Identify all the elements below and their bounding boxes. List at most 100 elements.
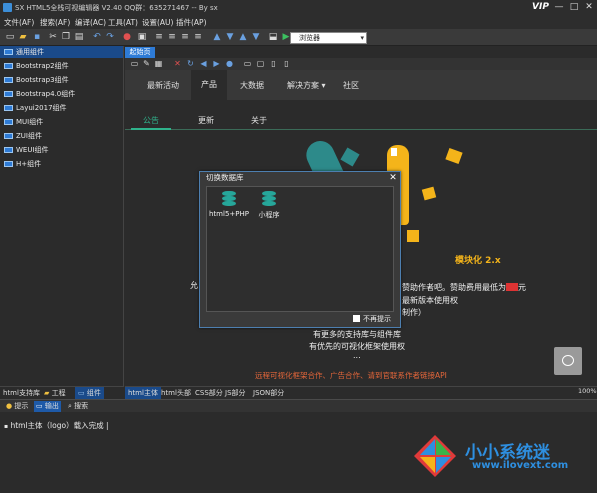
menu-tools[interactable]: 工具(AT) xyxy=(108,17,138,28)
menu-compile[interactable]: 编译(AC) xyxy=(75,17,106,28)
paste-icon[interactable]: ▤ xyxy=(74,32,84,42)
folder-icon: ▰ xyxy=(44,389,50,397)
active-tab-underline xyxy=(131,128,171,130)
home-icon[interactable]: ● xyxy=(225,59,234,68)
phone-icon[interactable]: ▯ xyxy=(282,59,291,68)
move-bottom-icon[interactable]: ▼ xyxy=(251,32,261,42)
move-up-icon[interactable]: ▲ xyxy=(212,32,222,42)
redo-icon[interactable]: ↷ xyxy=(105,32,115,42)
save-icon[interactable]: ▪ xyxy=(32,32,42,42)
align-center-icon[interactable]: ≡ xyxy=(167,32,177,42)
copy-icon[interactable]: ❐ xyxy=(61,32,71,42)
minimize-button[interactable]: — xyxy=(553,1,565,13)
refresh-icon[interactable]: ↻ xyxy=(186,59,195,68)
sidebar-item-bootstrap3[interactable]: Bootstrap3组件 xyxy=(0,74,123,86)
folder-icon xyxy=(4,63,13,69)
tab-css[interactable]: CSS部分 xyxy=(195,387,223,399)
new-page-icon[interactable]: ▭ xyxy=(130,59,139,68)
tab-html-head[interactable]: html头部 xyxy=(161,387,191,399)
color-picker-icon[interactable]: ● xyxy=(122,32,132,42)
menu-file[interactable]: 文件(AF) xyxy=(4,17,34,28)
monitor-icon[interactable]: ▢ xyxy=(256,59,265,68)
nav-latest[interactable]: 最新活动 xyxy=(147,80,179,91)
sidebar-item-hplus[interactable]: H+组件 xyxy=(0,158,123,170)
open-folder-icon[interactable]: ▰ xyxy=(18,32,28,42)
align-justify-icon[interactable]: ≡ xyxy=(193,32,203,42)
sidebar-item-mui[interactable]: MUI组件 xyxy=(0,116,123,128)
folder-icon xyxy=(4,161,13,167)
menu-settings[interactable]: 设置(AU) xyxy=(142,17,173,28)
align-left-icon[interactable]: ≡ xyxy=(154,32,164,42)
layout-icon[interactable]: ▦ xyxy=(154,59,163,68)
new-file-icon[interactable]: ▭ xyxy=(5,32,15,42)
tab-start-page[interactable]: 起始页 xyxy=(125,47,155,58)
browser-select-value: 浏览器 xyxy=(299,34,320,42)
sidebar-item-label: WEUI组件 xyxy=(16,146,49,154)
image-icon[interactable]: ▣ xyxy=(137,32,147,42)
sidebar-item-label: Bootstrap3组件 xyxy=(16,76,69,84)
tab-search[interactable]: ⌕ 搜索 xyxy=(66,401,90,412)
undo-icon[interactable]: ↶ xyxy=(92,32,102,42)
sidebar-item-common[interactable]: 通用组件 xyxy=(0,46,123,58)
database-option-miniprogram[interactable]: 小程序 xyxy=(249,191,289,220)
content-tabs: 公告 更新 关于 xyxy=(125,108,597,130)
window-title: SX HTML5全栈可视编辑器 V2.40 QQ群：635271467 -- B… xyxy=(15,4,218,12)
cooperation-link[interactable]: 远程可视化框架合作、广告合作、请到官联系作者链接API xyxy=(255,370,447,381)
nav-bigdata[interactable]: 大数据 xyxy=(240,80,264,91)
title-bar: SX HTML5全栈可视编辑器 V2.40 QQ群：635271467 -- B… xyxy=(0,0,597,16)
app-logo-icon xyxy=(3,3,12,12)
tab-components[interactable]: ▭ 组件 xyxy=(75,387,104,399)
back-icon[interactable]: ◀ xyxy=(199,59,208,68)
align-right-icon[interactable]: ≡ xyxy=(180,32,190,42)
modular-badge: 模块化 2.x xyxy=(455,256,501,266)
intro-text-sponsor: 赞助作者吧。赞助费用最低为 元 xyxy=(402,282,526,293)
switch-database-dialog: 切换数据库 ✕ html5+PHP 小程序 不再提示 xyxy=(199,171,401,328)
component-sidebar: 通用组件 Bootstrap2组件 Bootstrap3组件 Bootstrap… xyxy=(0,46,124,386)
tab-notice[interactable]: 公告 xyxy=(143,115,159,126)
sidebar-item-label: Bootstrap2组件 xyxy=(16,62,69,70)
sidebar-item-bootstrap4[interactable]: Bootstrap4.0组件 xyxy=(0,88,123,100)
desktop-view-icon[interactable]: ▭ xyxy=(243,59,252,68)
puzzle-piece-illustration xyxy=(421,186,437,201)
close-button[interactable]: ✕ xyxy=(583,1,595,13)
price-highlight xyxy=(506,283,518,291)
build-icon[interactable]: ⬓ xyxy=(268,32,278,42)
menu-plugins[interactable]: 插件(AP) xyxy=(176,17,207,28)
nav-products[interactable]: 产品 xyxy=(191,70,227,100)
sidebar-item-bootstrap2[interactable]: Bootstrap2组件 xyxy=(0,60,123,72)
vip-badge[interactable]: VIP xyxy=(532,2,549,12)
intro-text-sponsor-part: 赞助作者吧。赞助费用最低为 xyxy=(402,283,506,292)
dialog-close-button[interactable]: ✕ xyxy=(387,172,399,184)
puzzle-piece-illustration xyxy=(340,147,360,167)
tab-hints[interactable]: ● 提示 xyxy=(4,401,30,412)
no-remind-checkbox[interactable]: 不再提示 xyxy=(353,314,391,324)
move-top-icon[interactable]: ▲ xyxy=(238,32,248,42)
menu-search[interactable]: 搜索(AF) xyxy=(40,17,70,28)
edit-icon[interactable]: ✎ xyxy=(142,59,151,68)
tab-json[interactable]: JSON部分 xyxy=(253,387,284,399)
sidebar-item-zui[interactable]: ZUI组件 xyxy=(0,130,123,142)
database-list: html5+PHP 小程序 xyxy=(206,186,394,312)
nav-solutions[interactable]: 解决方案 ▾ xyxy=(287,80,326,91)
output-line: ▪ html主体（logo）载入完成 | xyxy=(4,420,109,431)
sidebar-item-layui[interactable]: Layui2017组件 xyxy=(0,102,123,114)
tab-output[interactable]: ▭ 输出 xyxy=(34,401,61,412)
tablet-icon[interactable]: ▯ xyxy=(269,59,278,68)
tab-project[interactable]: ▰ 工程 xyxy=(44,387,66,399)
sidebar-item-weui[interactable]: WEUI组件 xyxy=(0,144,123,156)
tab-updates[interactable]: 更新 xyxy=(198,115,214,126)
chat-button[interactable] xyxy=(554,347,582,375)
browser-select[interactable]: 浏览器 ▾ xyxy=(290,32,367,44)
database-option-html5-php[interactable]: html5+PHP xyxy=(209,191,249,218)
cut-icon[interactable]: ✂ xyxy=(48,32,58,42)
forward-icon[interactable]: ▶ xyxy=(212,59,221,68)
tab-html-library[interactable]: html支持库 xyxy=(3,387,40,399)
maximize-button[interactable]: □ xyxy=(568,1,580,13)
tab-about[interactable]: 关于 xyxy=(251,115,267,126)
tab-html-body[interactable]: html主体 xyxy=(125,387,161,399)
nav-community[interactable]: 社区 xyxy=(343,80,359,91)
tab-js[interactable]: JS部分 xyxy=(225,387,246,399)
close-doc-icon[interactable]: ✕ xyxy=(173,59,182,68)
move-down-icon[interactable]: ▼ xyxy=(225,32,235,42)
puzzle-piece-illustration xyxy=(445,147,463,165)
